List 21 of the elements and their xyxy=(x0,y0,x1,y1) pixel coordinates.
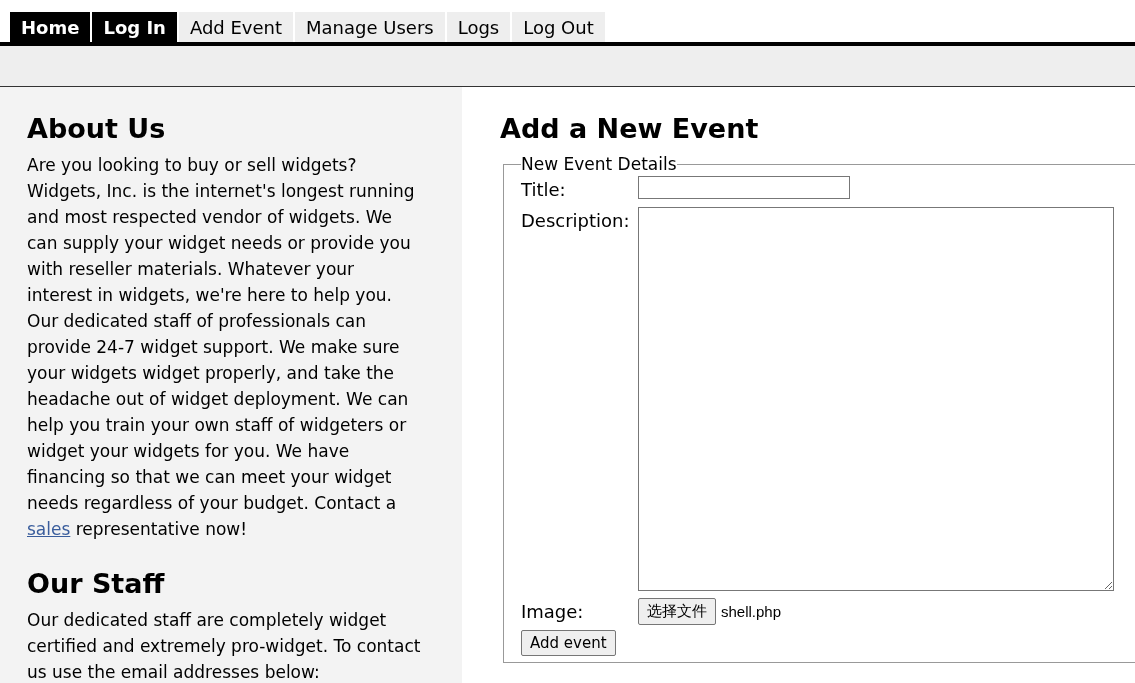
description-label: Description: xyxy=(521,209,631,231)
nav-tab[interactable]: Log In xyxy=(92,12,177,42)
section-paragraph: Are you looking to buy or sell widgets? Widgets, Inc. is the internet's longest running and most respected vendor of widgets. We can supply your widget needs or provide you with reseller materials. Whatever your interest in widgets, we're here to help you. Our dedicated staff of professionals can provide 24-7 widget support. We make sure your widgets widget properly, and take the headache out of widget deployment. We can help you train your own staff of widgeters or widget your widgets for you. We have financing so that we can meet your widget needs regardless of your budget. Contact a sales representative now! xyxy=(27,154,416,541)
section-heading: About Us xyxy=(27,113,167,144)
choose-file-button[interactable]: 选择文件 xyxy=(638,598,716,625)
title-field[interactable] xyxy=(638,176,850,199)
section-heading: Our Staff xyxy=(27,568,166,599)
file-name: shell.php xyxy=(721,603,782,620)
add-event-button[interactable]: Add event xyxy=(521,630,616,656)
nav-tab[interactable]: Add Event xyxy=(178,12,294,42)
section-paragraph: Our dedicated staff are completely widget certified and extremely pro-widget. To contact us use the email addresses below: xyxy=(27,609,422,683)
title-label: Title: xyxy=(521,178,567,200)
nav-tab[interactable]: Logs xyxy=(446,12,511,42)
description-field[interactable] xyxy=(638,207,1114,591)
form-heading: Add a New Event xyxy=(500,113,760,144)
nav-tab[interactable]: Manage Users xyxy=(295,12,445,42)
nav-tab[interactable]: Log Out xyxy=(512,12,605,42)
image-label: Image: xyxy=(521,600,585,622)
sales-link[interactable]: sales xyxy=(27,519,71,539)
nav-tab[interactable]: Home xyxy=(10,12,91,42)
fieldset-legend: New Event Details xyxy=(521,154,677,174)
